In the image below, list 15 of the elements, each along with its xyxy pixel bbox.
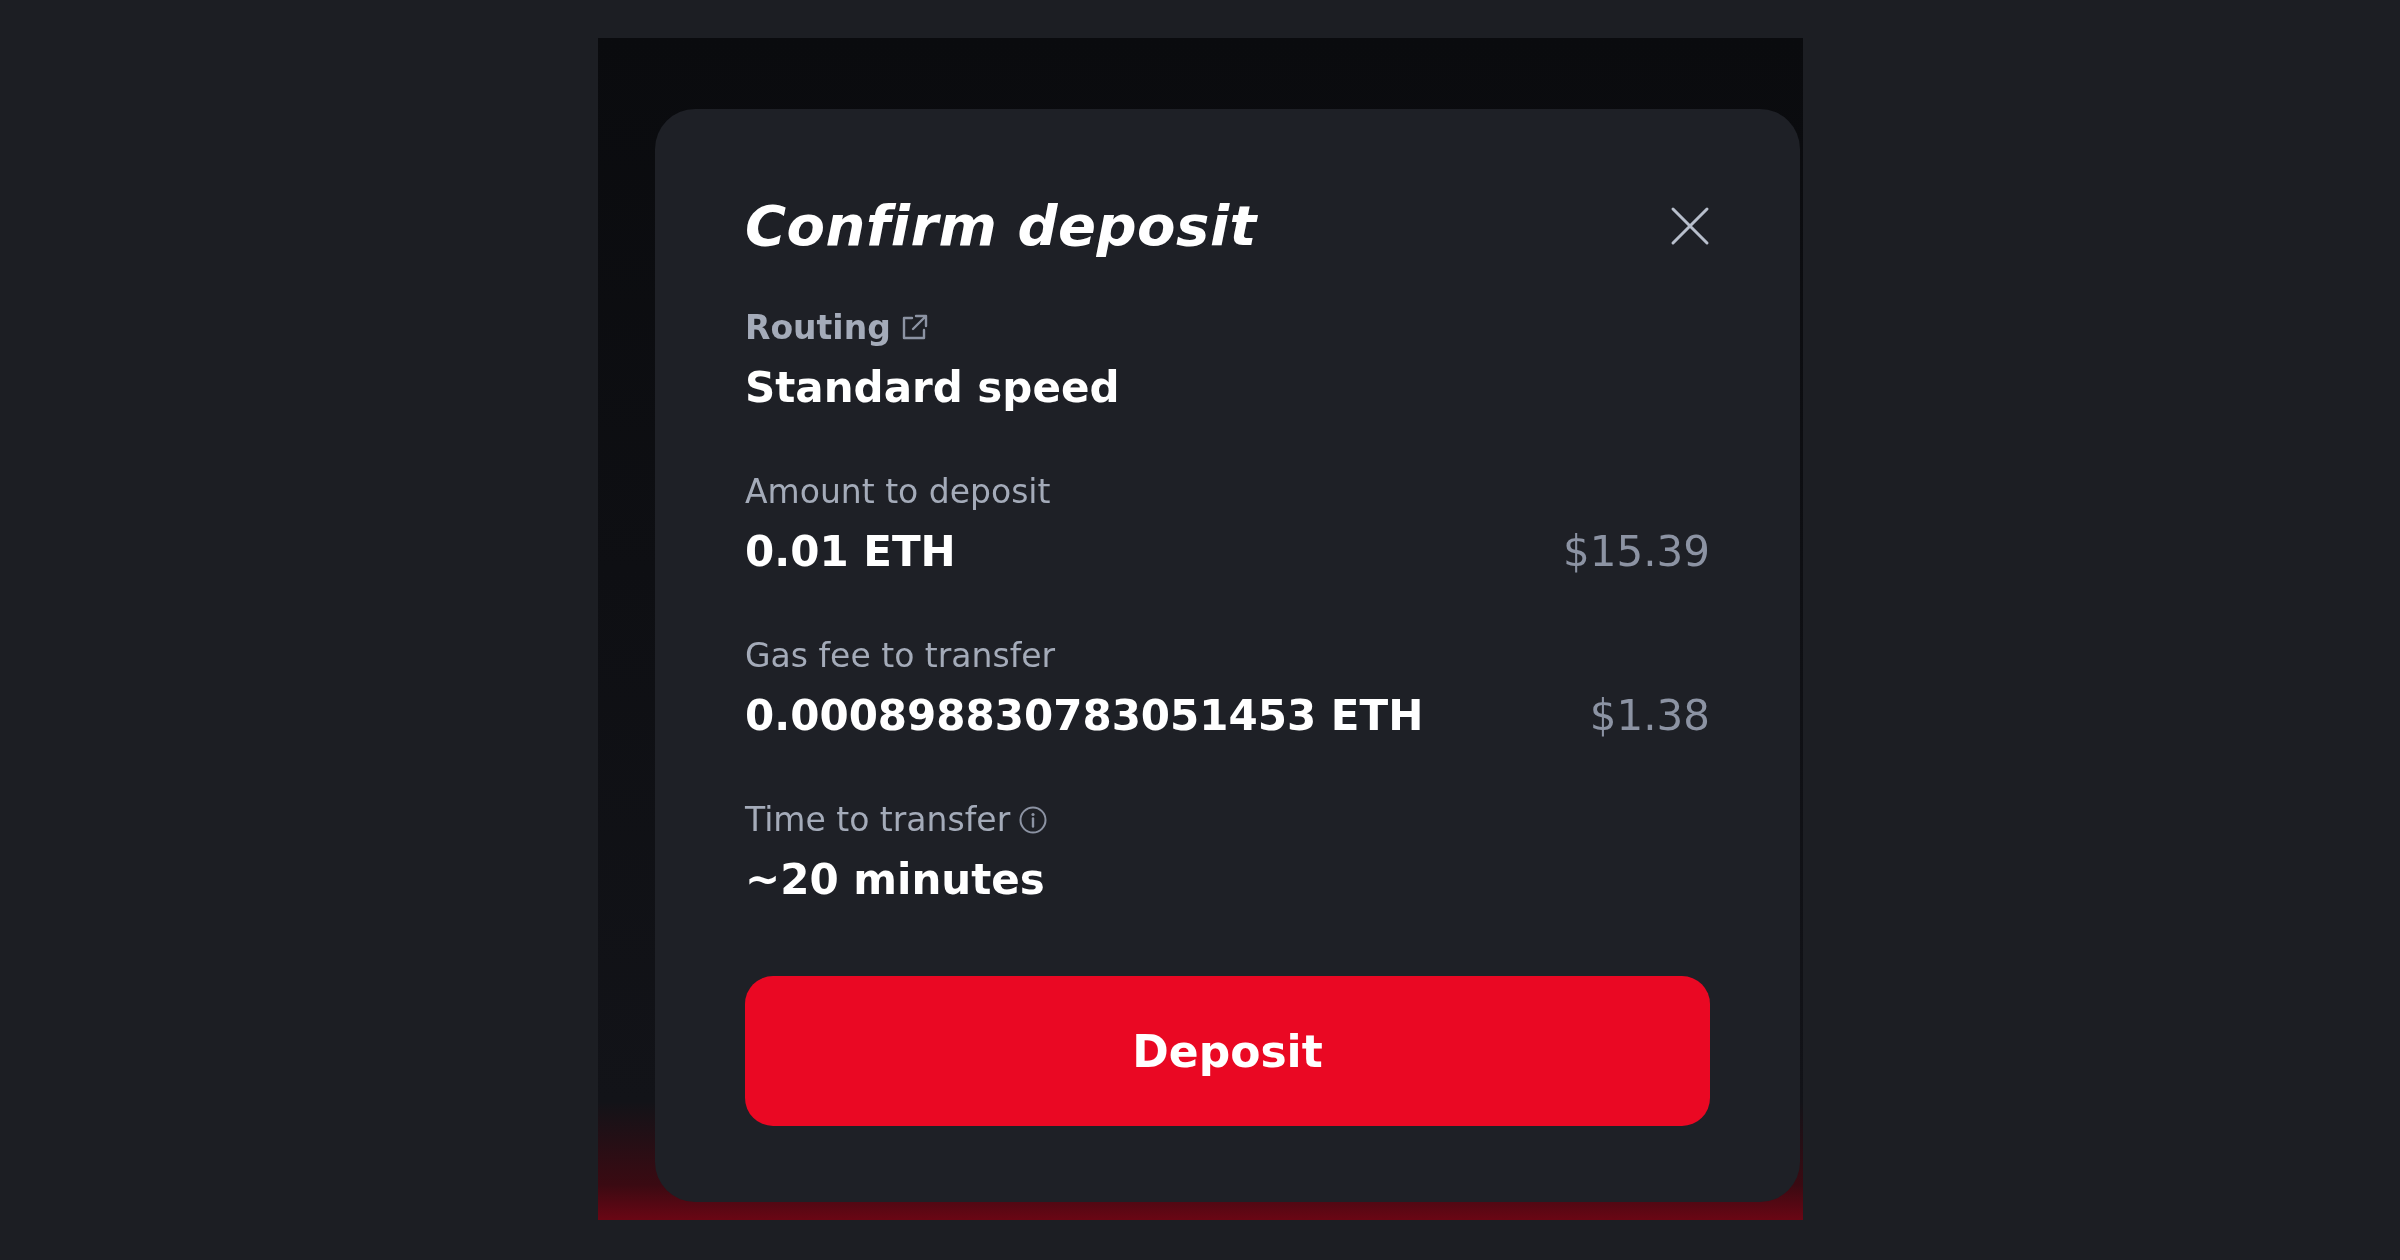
field-label: Gas fee to transfer [745,636,1056,675]
fiat-value: $15.39 [1563,527,1710,576]
close-icon [1670,205,1710,246]
field-label: Routing [745,308,891,347]
field-label: Amount to deposit [745,472,1051,511]
field-value: 0.000898830783051453 ETH [745,691,1424,740]
dialog-title: Confirm deposit [745,193,1257,258]
close-button[interactable] [1670,205,1710,246]
field-value: Standard speed [745,363,1120,412]
info-icon[interactable] [1018,804,1049,835]
field-value: 0.01 ETH [745,527,956,576]
deposit-button[interactable]: Deposit [745,976,1710,1126]
field-label: Time to transfer [745,800,1011,839]
fiat-value: $1.38 [1589,691,1710,740]
field-value: ~20 minutes [745,855,1045,904]
